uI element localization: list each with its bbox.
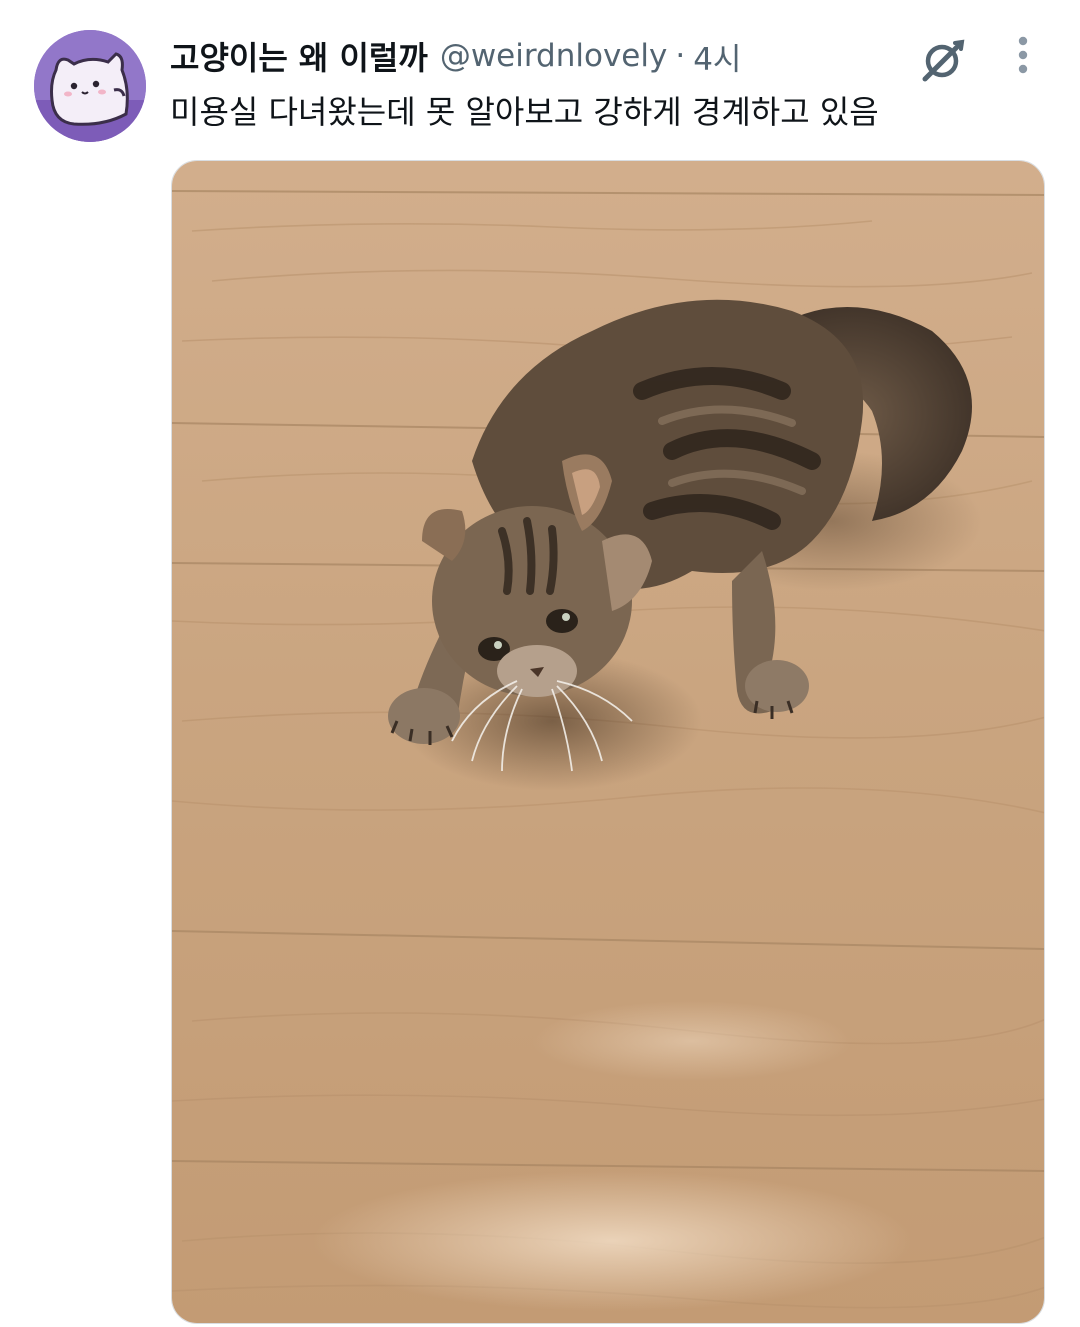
post: 고양이는 왜 이럴까 @weirdnlovely · 4시 미용실 다녀왔는데 … [0, 0, 1080, 1327]
author-display-name[interactable]: 고양이는 왜 이럴까 [170, 33, 428, 79]
kitten-photo [172, 161, 1044, 1323]
more-vertical-icon [1018, 36, 1028, 74]
more-options-button[interactable] [1000, 30, 1046, 80]
cat-cartoon-avatar-icon [34, 30, 146, 142]
author-handle[interactable]: @weirdnlovely [440, 38, 668, 74]
header-separator: · [675, 38, 686, 74]
grok-icon [922, 39, 965, 82]
post-timestamp[interactable]: 4시 [693, 34, 741, 79]
post-text: 미용실 다녀왔는데 못 알아보고 강하게 경계하고 있음 [170, 93, 879, 131]
post-header: 고양이는 왜 이럴까 @weirdnlovely · 4시 [170, 30, 741, 82]
post-media-photo[interactable] [171, 160, 1045, 1324]
grok-button[interactable] [912, 30, 972, 90]
author-avatar[interactable] [34, 30, 146, 142]
